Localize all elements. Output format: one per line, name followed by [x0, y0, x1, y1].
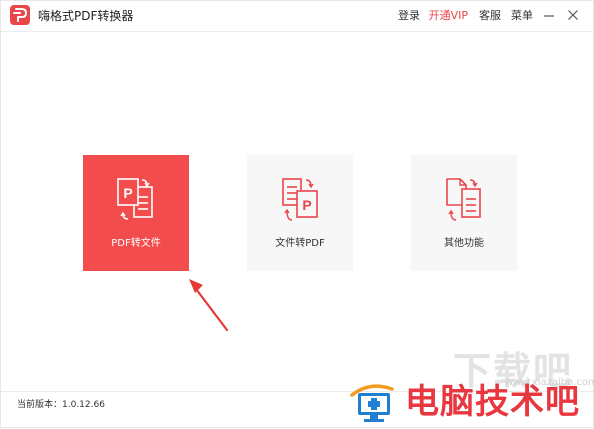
open-vip-link[interactable]: 开通VIP: [429, 9, 468, 23]
svg-text:P: P: [123, 185, 132, 201]
app-logo-icon: [10, 5, 30, 25]
minimize-icon[interactable]: [542, 7, 556, 21]
close-icon[interactable]: [566, 7, 580, 21]
file-to-pdf-icon: P: [280, 177, 320, 225]
file-to-pdf-card[interactable]: P 文件转PDF: [247, 155, 353, 271]
other-functions-card[interactable]: 其他功能: [411, 155, 517, 271]
pdf-to-file-icon: P: [116, 177, 156, 225]
customer-service-link[interactable]: 客服: [479, 9, 501, 23]
version-label: 当前版本：1.0.12.66: [17, 400, 105, 410]
svg-text:P: P: [302, 197, 311, 213]
pdf-to-file-card[interactable]: P PDF转文件: [83, 155, 189, 271]
title-bar: 嗨格式PDF转换器 登录 开通VIP 客服 菜单: [1, 1, 593, 32]
menu-link[interactable]: 菜单: [511, 9, 533, 23]
file-to-pdf-label: 文件转PDF: [275, 238, 325, 249]
login-link[interactable]: 登录: [398, 9, 420, 23]
other-functions-icon: [444, 177, 484, 225]
app-window: 嗨格式PDF转换器 登录 开通VIP 客服 菜单 P PDF转文件 P 文件转P…: [0, 0, 594, 428]
watermark-text: 电脑技术吧: [405, 382, 580, 422]
annotation-arrow-icon: [185, 275, 233, 335]
app-title: 嗨格式PDF转换器: [38, 9, 134, 23]
other-functions-label: 其他功能: [444, 238, 484, 249]
pdf-to-file-label: PDF转文件: [111, 238, 161, 249]
watermark-monitor-icon: [348, 379, 400, 425]
